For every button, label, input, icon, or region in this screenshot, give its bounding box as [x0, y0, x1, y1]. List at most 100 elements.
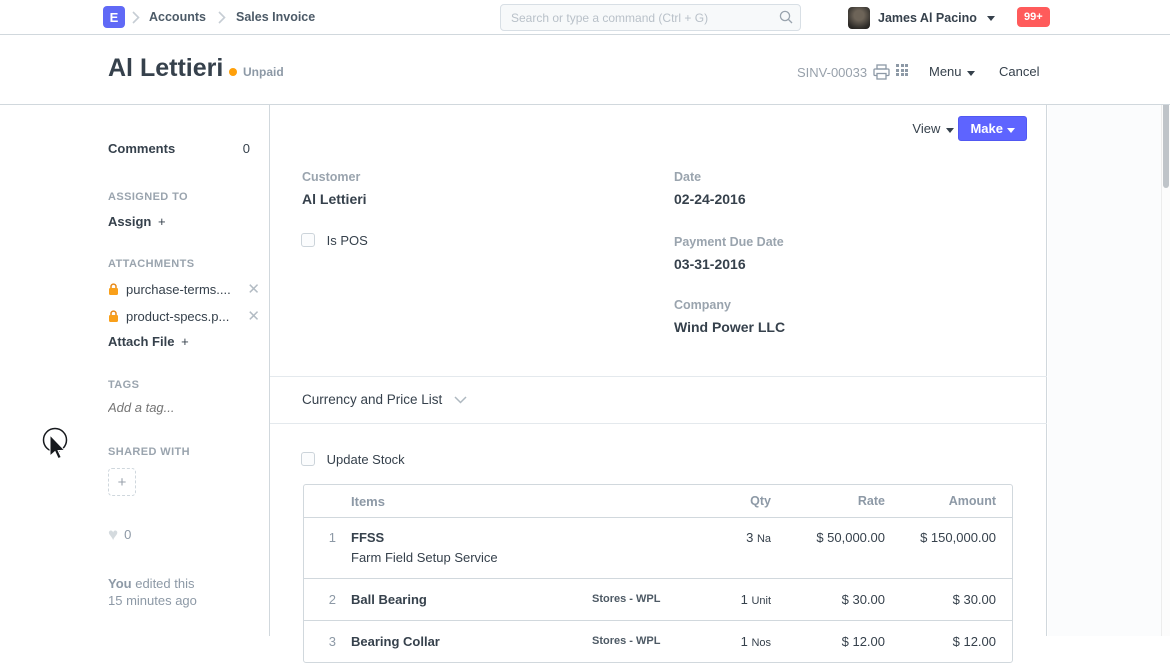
update-stock-checkbox[interactable]: [301, 452, 315, 466]
item-code: Ball Bearing: [351, 592, 427, 607]
global-search: [500, 4, 801, 31]
payment-due-date-value[interactable]: 03-31-2016: [674, 256, 784, 272]
navbar: E Accounts Sales Invoice James Al Pacino…: [0, 0, 1170, 35]
qty-cell: 1 Nos: [702, 634, 771, 649]
item-cell: Ball Bearing: [351, 592, 592, 607]
qty-cell: 1 Unit: [702, 592, 771, 607]
attachment-item: purchase-terms.... ✕: [108, 280, 260, 298]
edited-info: You edited this 15 minutes ago: [108, 575, 249, 609]
breadcrumb-accounts[interactable]: Accounts: [149, 10, 206, 24]
plus-icon: +: [154, 214, 166, 229]
shared-with-heading: SHARED WITH: [108, 446, 191, 458]
likes-count: 0: [124, 527, 132, 542]
rate-cell: $ 50,000.00: [816, 530, 885, 545]
form-sidebar: Comments 0 ASSIGNED TO Assign + ATTACHME…: [0, 105, 270, 636]
qty-cell: 3 Na: [702, 530, 771, 545]
right-gutter: [1048, 105, 1161, 636]
date-field: Date 02-24-2016: [674, 170, 746, 207]
item-description: Farm Field Setup Service: [351, 550, 498, 565]
date-value[interactable]: 02-24-2016: [674, 191, 746, 207]
chevron-down-icon: [986, 15, 995, 21]
make-button[interactable]: Make: [958, 116, 1027, 141]
uom-value: Unit: [751, 595, 771, 607]
lock-icon: [109, 309, 118, 322]
user-menu[interactable]: James Al Pacino: [848, 6, 995, 30]
share-add-button[interactable]: +: [108, 468, 136, 496]
user-name: James Al Pacino: [878, 11, 977, 25]
uom-value: Nos: [751, 637, 771, 649]
edited-by: You: [108, 576, 132, 591]
amount-cell: $ 30.00: [952, 592, 996, 607]
qty-value: 1: [740, 592, 748, 607]
remove-attachment-icon[interactable]: ✕: [247, 307, 260, 325]
assign-button[interactable]: Assign +: [108, 214, 249, 229]
search-icon: [779, 10, 793, 24]
notifications-badge[interactable]: 99+: [1017, 7, 1050, 27]
page-head: Al Lettieri Unpaid SINV-00033 Menu Cance…: [0, 35, 1170, 105]
is-pos-label: Is POS: [326, 233, 368, 248]
status-dot-icon: [229, 68, 237, 76]
status-badge: Unpaid: [243, 65, 284, 79]
row-index: 2: [328, 592, 336, 607]
table-row[interactable]: 3 Bearing Collar Stores - WPL 1 Nos $ 12…: [304, 621, 1012, 662]
customer-field: Customer Al Lettieri: [302, 170, 367, 207]
form-body: View Make Customer Al Lettieri Is POS Da…: [270, 105, 1047, 663]
section-divider: [270, 423, 1047, 424]
row-index: 1: [328, 530, 336, 545]
attachment-link[interactable]: product-specs.p...: [126, 309, 241, 324]
is-pos-checkbox[interactable]: [301, 233, 315, 247]
assign-label: Assign: [108, 214, 152, 229]
is-pos-field: Is POS: [301, 233, 368, 248]
amount-header: Amount: [948, 494, 996, 508]
edited-action: edited this: [135, 576, 195, 591]
warehouse-cell: Stores - WPL: [592, 593, 661, 605]
breadcrumb-sales-invoice[interactable]: Sales Invoice: [236, 10, 315, 24]
make-label: Make: [970, 121, 1003, 136]
company-label: Company: [674, 298, 731, 312]
amount-cell: $ 150,000.00: [920, 530, 996, 545]
search-input[interactable]: [500, 4, 801, 31]
customer-label: Customer: [302, 170, 361, 184]
app-logo[interactable]: E: [103, 6, 125, 28]
chevron-right-icon: [218, 11, 226, 24]
assigned-to-heading: ASSIGNED TO: [108, 191, 188, 203]
rate-cell: $ 30.00: [841, 592, 885, 607]
item-code: FFSS: [351, 530, 385, 545]
avatar: [848, 7, 870, 29]
update-stock-label: Update Stock: [326, 452, 405, 467]
attach-file-button[interactable]: Attach File +: [108, 334, 249, 349]
attachment-item: product-specs.p... ✕: [108, 307, 260, 325]
cancel-button[interactable]: Cancel: [999, 64, 1039, 79]
chevron-down-icon: [1007, 128, 1015, 133]
uom-value: Na: [756, 533, 771, 545]
qty-header: Qty: [750, 494, 771, 508]
currency-section-label: Currency and Price List: [302, 392, 443, 407]
status-indicator: Unpaid: [229, 65, 284, 79]
comments-row[interactable]: Comments 0: [108, 141, 250, 156]
comments-label: Comments: [108, 141, 176, 156]
document-id: SINV-00033: [797, 65, 868, 80]
remove-attachment-icon[interactable]: ✕: [247, 280, 260, 298]
view-dropdown[interactable]: View: [912, 121, 954, 136]
item-cell: Bearing Collar: [351, 634, 592, 649]
table-row[interactable]: 1 FFSS Farm Field Setup Service 3 Na $ 5…: [304, 518, 1012, 579]
items-table-header: . Items Qty Rate Amount: [304, 485, 1012, 518]
attachment-link[interactable]: purchase-terms....: [126, 282, 241, 297]
items-table: . Items Qty Rate Amount 1 FFSS Farm Fiel…: [303, 484, 1013, 663]
attachments-heading: ATTACHMENTS: [108, 258, 195, 270]
warehouse-header: [592, 494, 702, 495]
rate-cell: $ 12.00: [841, 634, 885, 649]
print-icon[interactable]: [873, 64, 890, 80]
company-value[interactable]: Wind Power LLC: [674, 319, 785, 335]
currency-section-toggle[interactable]: Currency and Price List: [302, 392, 467, 407]
menu-button[interactable]: Menu: [929, 64, 976, 79]
customer-value[interactable]: Al Lettieri: [302, 191, 367, 207]
tag-input[interactable]: [108, 400, 238, 415]
heart-icon[interactable]: ♥: [108, 526, 118, 543]
page-title: Al Lettieri: [108, 54, 224, 82]
warehouse-cell: [592, 530, 702, 531]
chevron-right-icon: [132, 11, 140, 24]
items-header: Items: [351, 494, 385, 509]
table-row[interactable]: 2 Ball Bearing Stores - WPL 1 Unit $ 30.…: [304, 579, 1012, 621]
grid-view-icon[interactable]: [896, 64, 908, 76]
